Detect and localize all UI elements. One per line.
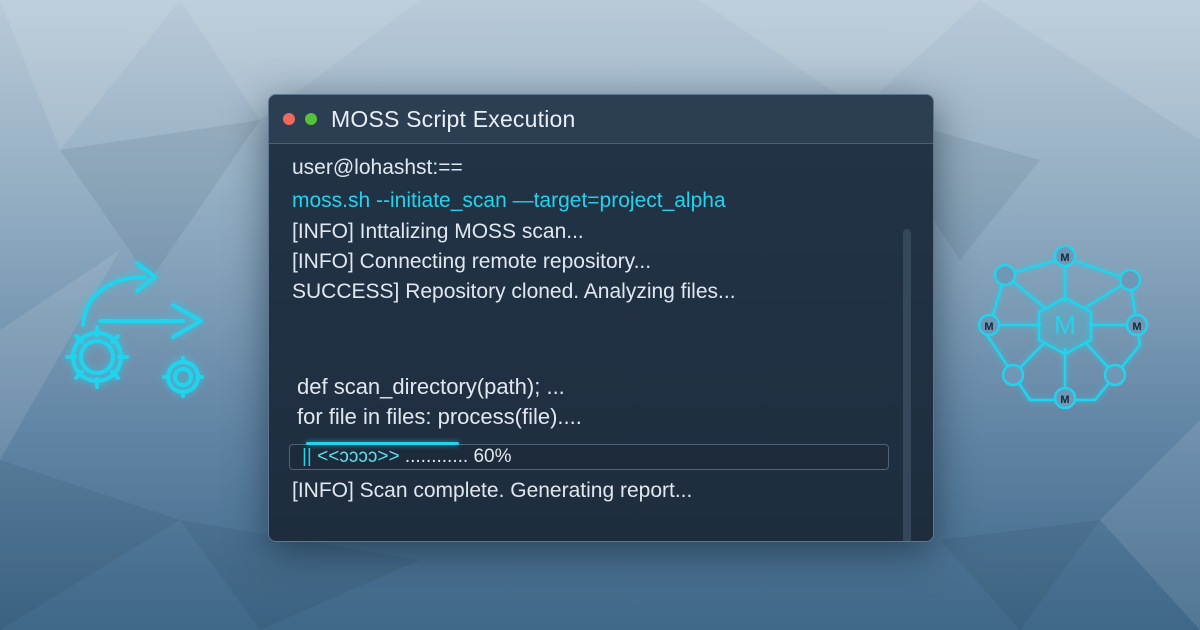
command-line: moss.sh --initiate_scan —target=project_… [292,189,726,212]
network-graphic: M M M M M [977,244,1149,410]
network-node-label: M [1060,394,1069,406]
title-bar: MOSS Script Execution [269,95,933,144]
network-node [1118,268,1142,292]
window-title: MOSS Script Execution [331,105,576,132]
progress-fill [306,442,459,445]
final-log-line: [INFO] Scan complete. Generating report.… [292,479,693,502]
network-node-label: M [1132,321,1141,333]
right-arrow-icon [98,303,203,339]
network-center-label: M [1054,310,1076,340]
scrollbar[interactable] [903,229,911,541]
network-node [1001,363,1025,387]
large-gear-icon [65,325,129,389]
refresh-arrow-icon [81,261,157,327]
progress-percent: 60% [473,446,512,467]
network-node-label: M [984,321,993,333]
small-gear-icon [162,356,204,398]
code-line: for file in files: process(file).... [297,404,582,429]
network-node-label: M [1060,252,1069,264]
progress-text: || <<ᴐᴐᴐᴐ>> ............ 60% [302,446,512,468]
progress-bar: || <<ᴐᴐᴐᴐ>> ............ 60% [289,442,889,470]
terminal-window: MOSS Script Execution user@lohashst:== m… [268,94,934,542]
log-line: [INFO] Inttalizing MOSS scan... [292,220,584,243]
terminal-output[interactable]: user@lohashst:== moss.sh --initiate_scan… [269,144,933,541]
prompt-line: user@lohashst:== [292,156,463,179]
close-button[interactable] [283,113,295,125]
progress-arrows: <<ᴐᴐᴐᴐ>> [317,446,400,467]
code-line: def scan_directory(path); ... [297,374,565,399]
progress-bars: || [302,446,312,467]
network-node [993,263,1017,287]
gears-arrows-graphic [65,261,204,398]
log-line: SUCCESS] Repository cloned. Analyzing fi… [292,280,736,303]
zoom-button[interactable] [305,113,317,125]
network-node [1103,363,1127,387]
log-line: [INFO] Connecting remote repository... [292,250,652,273]
progress-dots: ............ [404,446,469,467]
